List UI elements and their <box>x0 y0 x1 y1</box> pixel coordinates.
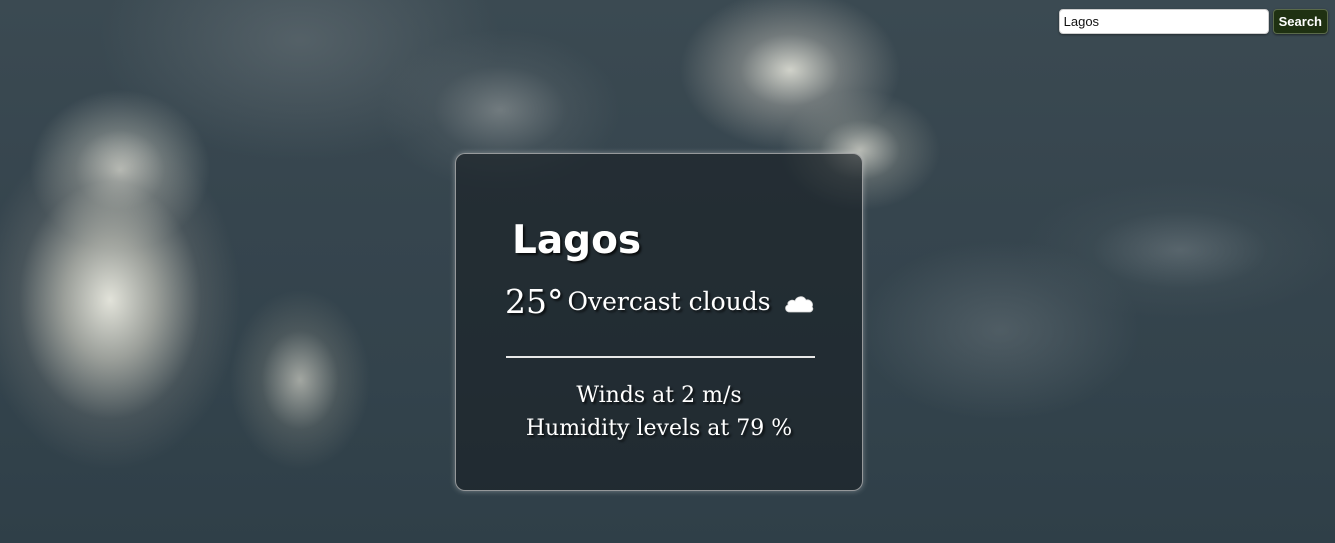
search-input[interactable] <box>1058 9 1269 34</box>
cloud-icon <box>783 293 815 315</box>
search-bar: Search <box>1058 9 1328 34</box>
weather-card: Lagos 25° Overcast clouds Winds at 2 m/s… <box>455 153 863 491</box>
temperature-row: 25° Overcast clouds <box>505 282 815 321</box>
humidity: Humidity levels at 79 % <box>525 416 793 441</box>
weather-description: Overcast clouds <box>567 287 771 316</box>
search-button[interactable]: Search <box>1272 9 1328 34</box>
temperature: 25° <box>505 282 564 321</box>
city-name: Lagos <box>512 218 642 263</box>
divider <box>506 356 815 358</box>
wind-speed: Winds at 2 m/s <box>576 383 742 408</box>
weather-details: Winds at 2 m/s Humidity levels at 79 % <box>456 379 862 445</box>
